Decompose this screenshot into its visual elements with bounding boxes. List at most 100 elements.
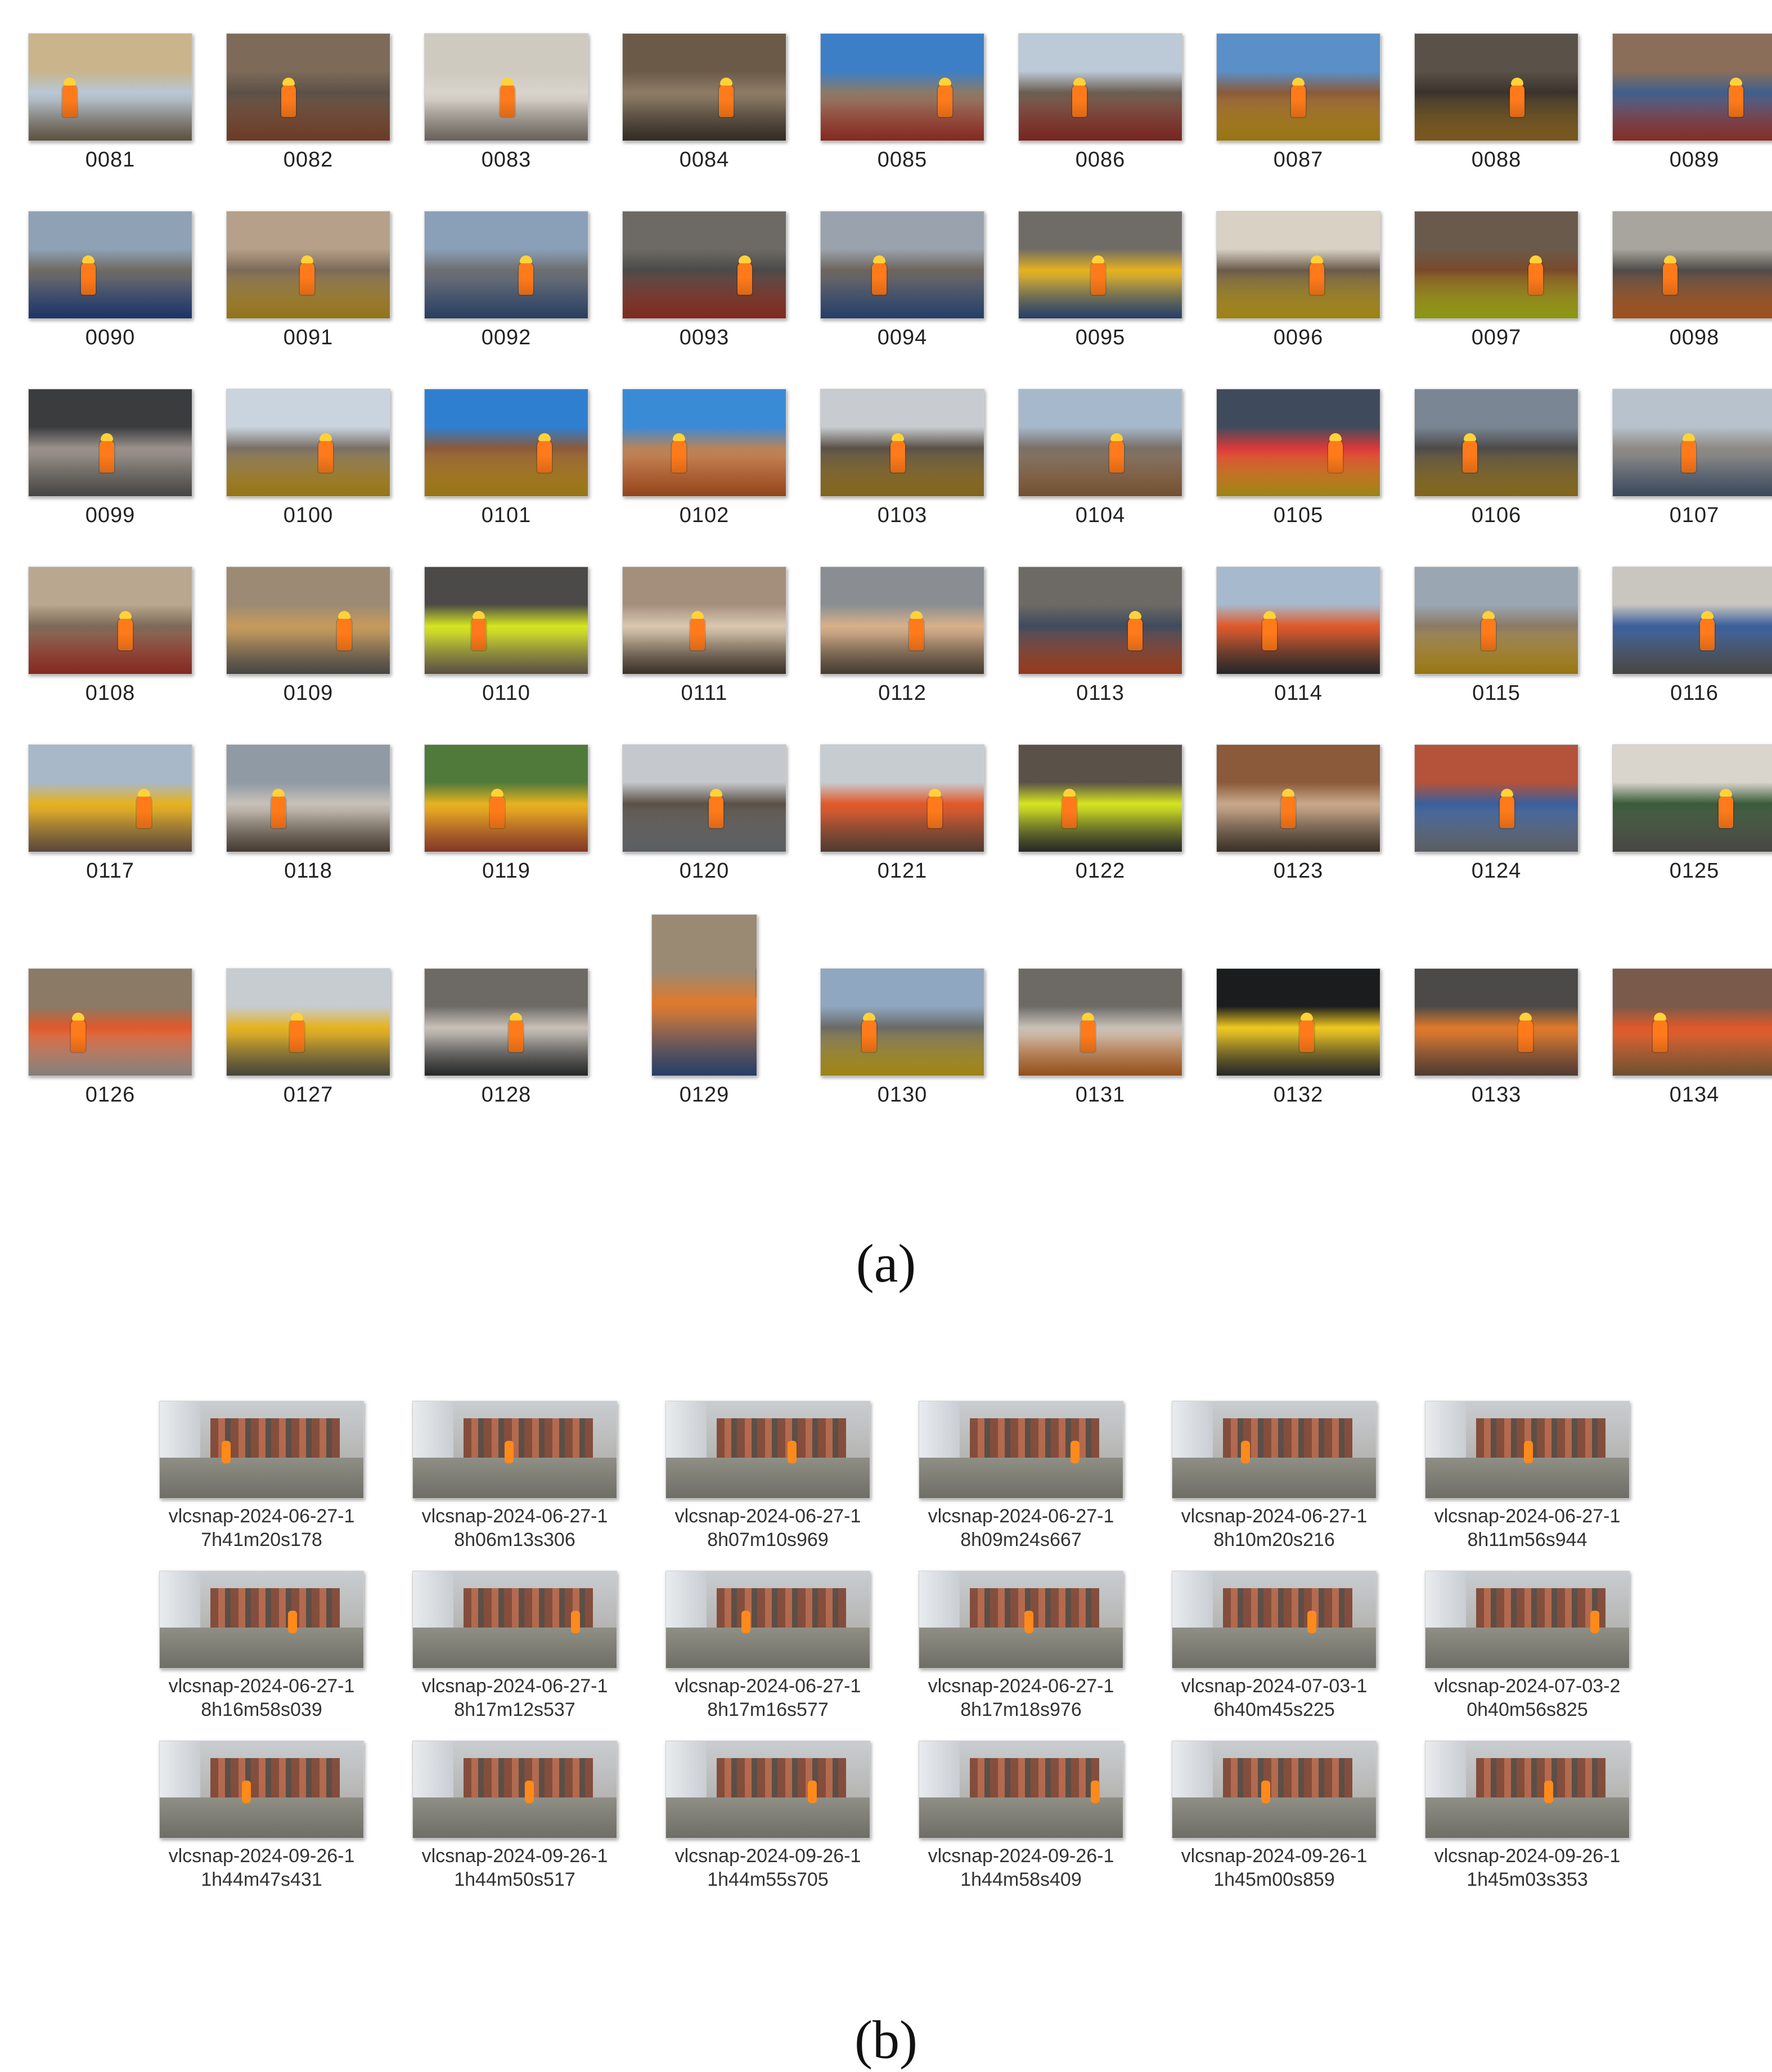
thumbnail-item[interactable]: 0097 [1397, 178, 1595, 356]
thumbnail-item[interactable]: 0115 [1397, 533, 1595, 711]
thumbnail-item[interactable]: 0096 [1199, 178, 1397, 356]
thumbnail-frame [605, 178, 803, 319]
video-frame-item[interactable]: vlcsnap-2024-09-26-1 1h44m47s431 [135, 1741, 388, 1911]
video-frame-item[interactable]: vlcsnap-2024-06-27-1 8h09m24s667 [894, 1401, 1148, 1571]
thumbnail-frame [803, 533, 1001, 675]
thumbnail-item[interactable]: 0131 [1001, 889, 1199, 1113]
thumbnail-frame [803, 356, 1001, 497]
video-frame-item[interactable]: vlcsnap-2024-06-27-1 8h17m18s976 [894, 1571, 1148, 1741]
filename-line-1: vlcsnap-2024-09-26-1 [1434, 1845, 1621, 1867]
worker-figure [288, 1611, 297, 1633]
filename-line-2: 1h44m58s409 [960, 1869, 1082, 1890]
thumbnail-item[interactable]: 0082 [209, 0, 407, 178]
thumbnail-item[interactable]: 0106 [1397, 356, 1595, 533]
thumbnail-item[interactable]: 0107 [1595, 356, 1772, 533]
thumbnail-item[interactable]: 0092 [407, 178, 605, 356]
worker-figure [1510, 84, 1524, 117]
thumbnail-item[interactable]: 0110 [407, 533, 605, 711]
thumbnail-item[interactable]: 0129 [605, 889, 803, 1113]
thumbnail-item[interactable]: 0093 [605, 178, 803, 356]
thumbnail-item[interactable]: 0122 [1001, 711, 1199, 889]
video-frame-item[interactable]: vlcsnap-2024-06-27-1 8h17m12s537 [388, 1571, 641, 1741]
thumbnail-item[interactable]: 0128 [407, 889, 605, 1113]
filename-line-2: 1h45m03s353 [1467, 1869, 1588, 1890]
video-frame-item[interactable]: vlcsnap-2024-06-27-1 8h11m56s944 [1401, 1401, 1654, 1571]
thumbnail-item[interactable]: 0099 [11, 356, 209, 533]
thumbnail-item[interactable]: 0102 [605, 356, 803, 533]
thumbnail-item[interactable]: 0124 [1397, 711, 1595, 889]
thumbnail-frame [1001, 356, 1199, 497]
thumbnail-item[interactable]: 0132 [1199, 889, 1397, 1113]
thumbnail-item[interactable]: 0104 [1001, 356, 1199, 533]
thumbnail-item[interactable]: 0114 [1199, 533, 1397, 711]
hard-hat-icon [910, 611, 923, 619]
video-frame-thumbnail [1172, 1741, 1377, 1839]
worker-figure [1109, 440, 1124, 473]
worker-figure [928, 795, 942, 828]
thumbnail-item[interactable]: 0090 [11, 178, 209, 356]
hard-hat-icon [710, 789, 722, 797]
thumbnail-item[interactable]: 0083 [407, 0, 605, 178]
video-frame-item[interactable]: vlcsnap-2024-06-27-1 8h06m13s306 [388, 1401, 641, 1571]
thumbnail-item[interactable]: 0084 [605, 0, 803, 178]
worker-figure [222, 1441, 231, 1463]
thumbnail-item[interactable]: 0127 [209, 889, 407, 1113]
thumbnail-label: 0100 [283, 504, 334, 527]
thumbnail-item[interactable]: 0086 [1001, 0, 1199, 178]
thumbnail-item[interactable]: 0087 [1199, 0, 1397, 178]
video-frame-item[interactable]: vlcsnap-2024-06-27-1 7h41m20s178 [135, 1401, 388, 1571]
worker-figure [1719, 795, 1733, 828]
thumbnail-item[interactable]: 0126 [11, 889, 209, 1113]
thumbnail-item[interactable]: 0091 [209, 178, 407, 356]
thumbnail-item[interactable]: 0103 [803, 356, 1001, 533]
thumbnail-item[interactable]: 0130 [803, 889, 1001, 1113]
video-frame-item[interactable]: vlcsnap-2024-06-27-1 8h07m10s969 [641, 1401, 894, 1571]
video-frame-item[interactable]: vlcsnap-2024-09-26-1 1h45m03s353 [1401, 1741, 1654, 1911]
thumbnail-item[interactable]: 0111 [605, 533, 803, 711]
video-frame-filename: vlcsnap-2024-09-26-1 1h44m50s517 [422, 1844, 608, 1891]
materials-shape [970, 1418, 1099, 1458]
video-frame-item[interactable]: vlcsnap-2024-07-03-1 6h40m45s225 [1148, 1571, 1401, 1741]
thumbnail-item[interactable]: 0121 [803, 711, 1001, 889]
thumbnail-item[interactable]: 0098 [1595, 178, 1772, 356]
filename-line-2: 8h17m18s976 [960, 1699, 1082, 1720]
thumbnail-item[interactable]: 0118 [209, 711, 407, 889]
thumbnail-item[interactable]: 0081 [11, 0, 209, 178]
video-frame-item[interactable]: vlcsnap-2024-06-27-1 8h17m16s577 [641, 1571, 894, 1741]
filename-line-2: 1h44m47s431 [201, 1869, 322, 1890]
video-frame-item[interactable]: vlcsnap-2024-06-27-1 8h16m58s039 [135, 1571, 388, 1741]
worker-figure [672, 440, 686, 473]
thumbnail-label: 0095 [1075, 326, 1126, 349]
video-frame-item[interactable]: vlcsnap-2024-09-26-1 1h44m58s409 [894, 1741, 1148, 1911]
thumbnail-item[interactable]: 0088 [1397, 0, 1595, 178]
video-frame-item[interactable]: vlcsnap-2024-06-27-1 8h10m20s216 [1148, 1401, 1401, 1571]
thumbnail-item[interactable]: 0134 [1595, 889, 1772, 1113]
hard-hat-icon [282, 78, 295, 86]
video-frame-item[interactable]: vlcsnap-2024-07-03-2 0h40m56s825 [1401, 1571, 1654, 1741]
thumbnail-item[interactable]: 0116 [1595, 533, 1772, 711]
thumbnail-item[interactable]: 0125 [1595, 711, 1772, 889]
thumbnail-item[interactable]: 0094 [803, 178, 1001, 356]
video-frame-thumbnail [159, 1571, 364, 1669]
thumbnail-item[interactable]: 0108 [11, 533, 209, 711]
panel-b-caption: (b) [854, 2010, 918, 2070]
thumbnail-item[interactable]: 0089 [1595, 0, 1772, 178]
thumbnail-item[interactable]: 0113 [1001, 533, 1199, 711]
thumbnail-item[interactable]: 0133 [1397, 889, 1595, 1113]
thumbnail-item[interactable]: 0120 [605, 711, 803, 889]
thumbnail-item[interactable]: 0085 [803, 0, 1001, 178]
thumbnail-item[interactable]: 0117 [11, 711, 209, 889]
video-frame-item[interactable]: vlcsnap-2024-09-26-1 1h44m55s705 [641, 1741, 894, 1911]
thumbnail-item[interactable]: 0095 [1001, 178, 1199, 356]
thumbnail-item[interactable]: 0119 [407, 711, 605, 889]
thumbnail-item[interactable]: 0105 [1199, 356, 1397, 533]
thumbnail-item[interactable]: 0109 [209, 533, 407, 711]
video-frame-item[interactable]: vlcsnap-2024-09-26-1 1h45m00s859 [1148, 1741, 1401, 1911]
thumbnail-item[interactable]: 0112 [803, 533, 1001, 711]
hard-hat-icon [1701, 611, 1713, 619]
video-frame-item[interactable]: vlcsnap-2024-09-26-1 1h44m50s517 [388, 1741, 641, 1911]
thumbnail-item[interactable]: 0100 [209, 356, 407, 533]
floor-shape [160, 1797, 363, 1838]
thumbnail-item[interactable]: 0101 [407, 356, 605, 533]
thumbnail-item[interactable]: 0123 [1199, 711, 1397, 889]
